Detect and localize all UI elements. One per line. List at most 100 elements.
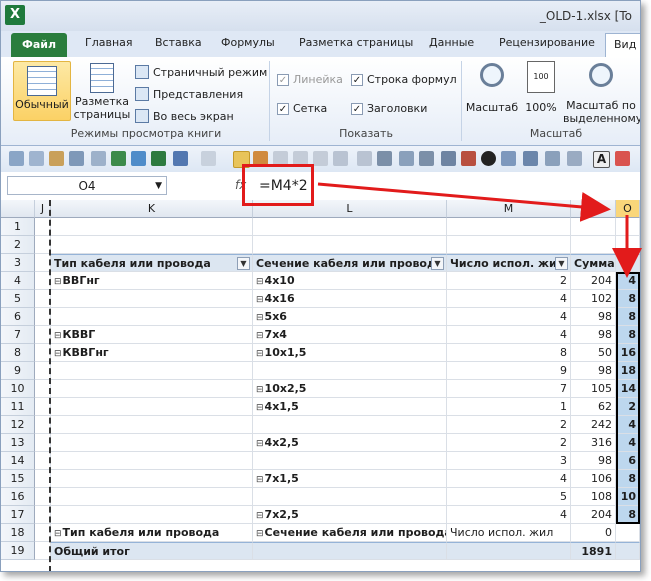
grid-cell[interactable]: 50 bbox=[571, 344, 616, 362]
grid-cell[interactable]: ⊟ВВГнг bbox=[51, 272, 253, 290]
row-header[interactable]: 1 bbox=[1, 218, 35, 236]
chevron-down-icon[interactable]: ▼ bbox=[431, 257, 444, 270]
grid-cell[interactable]: 106 bbox=[571, 470, 616, 488]
grid-cell[interactable] bbox=[51, 218, 253, 236]
tab-formulas[interactable]: Формулы bbox=[221, 36, 275, 49]
grid-cell[interactable]: 98 bbox=[571, 362, 616, 380]
headings-checkbox[interactable]: ✓ Заголовки bbox=[351, 102, 427, 115]
grid-cell[interactable] bbox=[51, 290, 253, 308]
grid-cell[interactable] bbox=[447, 218, 571, 236]
row-header[interactable]: 2 bbox=[1, 236, 35, 254]
row-header[interactable]: 17 bbox=[1, 506, 35, 524]
row-header[interactable]: 6 bbox=[1, 308, 35, 326]
row-header[interactable]: 12 bbox=[1, 416, 35, 434]
grid-cell[interactable]: 204 bbox=[571, 506, 616, 524]
collapse-icon[interactable]: ⊟ bbox=[256, 313, 264, 323]
grid-cell[interactable]: ⊟7x2,5 bbox=[253, 506, 447, 524]
grid-cell[interactable]: 8 bbox=[447, 344, 571, 362]
grid-cell[interactable]: Число испол. жил bbox=[447, 524, 571, 542]
excel-app-icon[interactable]: X bbox=[5, 5, 25, 25]
toolbar-icon[interactable] bbox=[29, 151, 44, 166]
grid-cell[interactable] bbox=[253, 362, 447, 380]
collapse-icon[interactable]: ⊟ bbox=[256, 475, 264, 485]
chevron-down-icon[interactable]: ▼ bbox=[555, 257, 568, 270]
toolbar-icon[interactable] bbox=[567, 151, 582, 166]
grid-cell[interactable]: ⊟Сечение кабеля или провода bbox=[253, 524, 447, 542]
row-header[interactable]: 4 bbox=[1, 272, 35, 290]
collapse-icon[interactable]: ⊟ bbox=[54, 277, 62, 287]
zoom-100-button[interactable]: 100 100% bbox=[521, 61, 561, 114]
collapse-icon[interactable]: ⊟ bbox=[54, 331, 62, 341]
grid-cell[interactable]: 98 bbox=[571, 308, 616, 326]
collapse-icon[interactable]: ⊟ bbox=[256, 277, 264, 287]
grid-cell[interactable] bbox=[616, 524, 640, 542]
collapse-icon[interactable]: ⊟ bbox=[256, 295, 264, 305]
row-header[interactable]: 14 bbox=[1, 452, 35, 470]
grid-cell[interactable]: 108 bbox=[571, 488, 616, 506]
collapse-icon[interactable]: ⊟ bbox=[256, 331, 264, 341]
grid-cell[interactable] bbox=[253, 218, 447, 236]
grid-cell[interactable] bbox=[51, 506, 253, 524]
row-header[interactable]: 15 bbox=[1, 470, 35, 488]
grid-cell[interactable]: ⊟4x1,5 bbox=[253, 398, 447, 416]
grid-cell[interactable]: 98 bbox=[571, 452, 616, 470]
grid-cell[interactable]: ⊟4x10 bbox=[253, 272, 447, 290]
name-box[interactable]: O4 ▼ bbox=[7, 176, 167, 195]
toolbar-icon[interactable] bbox=[377, 151, 392, 166]
grid-cell[interactable]: 5 bbox=[447, 488, 571, 506]
toolbar-icon[interactable] bbox=[399, 151, 414, 166]
grid-cell[interactable] bbox=[51, 362, 253, 380]
views-button[interactable]: Представления bbox=[135, 87, 243, 101]
grid-cell[interactable] bbox=[51, 488, 253, 506]
grid-cell[interactable]: ⊟7x1,5 bbox=[253, 470, 447, 488]
grid-cell[interactable]: 9 bbox=[447, 362, 571, 380]
filter-icon[interactable]: ▼ bbox=[237, 257, 250, 270]
normal-view-button[interactable]: Обычный bbox=[13, 61, 71, 121]
grid-cell[interactable] bbox=[51, 434, 253, 452]
collapse-icon[interactable]: ⊟ bbox=[256, 511, 264, 521]
toolbar-icon[interactable] bbox=[49, 151, 64, 166]
formula-bar-checkbox[interactable]: ✓ Строка формул bbox=[351, 73, 457, 86]
toolbar-icon[interactable] bbox=[151, 151, 166, 166]
row-header[interactable]: 10 bbox=[1, 380, 35, 398]
grid-cell[interactable] bbox=[616, 254, 640, 272]
fullscreen-button[interactable]: Во весь экран bbox=[135, 109, 234, 123]
redo-icon[interactable] bbox=[201, 151, 216, 166]
collapse-icon[interactable]: ⊟ bbox=[256, 349, 264, 359]
toolbar-icon[interactable] bbox=[615, 151, 630, 166]
grid-cell[interactable]: 316 bbox=[571, 434, 616, 452]
grid-cell[interactable] bbox=[447, 236, 571, 254]
row-header[interactable]: 11 bbox=[1, 398, 35, 416]
grid-cell[interactable] bbox=[51, 452, 253, 470]
grid-cell[interactable]: ⊟Тип кабеля или провода bbox=[51, 524, 253, 542]
toolbar-icon[interactable] bbox=[461, 151, 476, 166]
grid-cell[interactable]: ⊟10x1,5 bbox=[253, 344, 447, 362]
grid-cell[interactable] bbox=[253, 236, 447, 254]
grid-cell[interactable]: 98 bbox=[571, 326, 616, 344]
grid-cell[interactable] bbox=[253, 452, 447, 470]
collapse-icon[interactable]: ⊟ bbox=[256, 529, 264, 539]
grid-cell[interactable]: 0 bbox=[571, 524, 616, 542]
grid-cell[interactable]: 1891 bbox=[571, 542, 616, 560]
column-header-k[interactable]: K bbox=[51, 200, 253, 218]
grid-cell[interactable] bbox=[253, 488, 447, 506]
grid-cell[interactable] bbox=[616, 542, 640, 560]
grid-cell[interactable] bbox=[51, 308, 253, 326]
grid-cell[interactable]: Сечение кабеля или провода ▼ bbox=[253, 254, 447, 272]
grid-cell[interactable]: Число испол. жил ▼ bbox=[447, 254, 571, 272]
toolbar-icon[interactable] bbox=[131, 151, 146, 166]
grid-cell[interactable]: Сумма bbox=[571, 254, 616, 272]
row-header[interactable]: 5 bbox=[1, 290, 35, 308]
grid-cell[interactable] bbox=[253, 542, 447, 560]
grid-cell[interactable]: 3 bbox=[447, 452, 571, 470]
grid-cell[interactable] bbox=[51, 398, 253, 416]
tab-view[interactable]: Вид bbox=[605, 33, 640, 57]
grid-cell[interactable] bbox=[51, 416, 253, 434]
zoom-button[interactable]: Масштаб bbox=[465, 61, 519, 114]
grid-cell[interactable]: Общий итог bbox=[51, 542, 253, 560]
column-header-o[interactable]: O bbox=[616, 200, 640, 218]
grid-cell[interactable]: ⊟4x16 bbox=[253, 290, 447, 308]
toolbar-icon[interactable] bbox=[545, 151, 560, 166]
grid-cell[interactable]: 7 bbox=[447, 380, 571, 398]
gridlines-checkbox[interactable]: ✓ Сетка bbox=[277, 102, 327, 115]
